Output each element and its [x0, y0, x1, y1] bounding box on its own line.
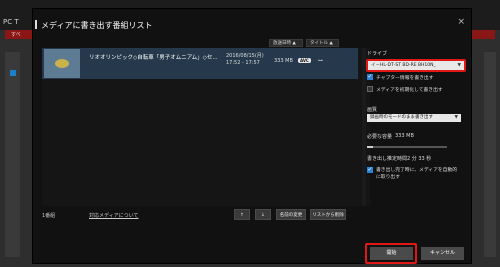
cancel-button[interactable]: キャンセル	[421, 247, 464, 260]
start-button[interactable]: 開始	[370, 247, 413, 260]
program-date: 2016/08/15(月) 17:52 ‐ 17:57	[226, 53, 264, 67]
program-date-line2: 17:52 ‐ 17:57	[226, 60, 260, 66]
move-up-button[interactable]: ↑	[234, 209, 250, 220]
list-scrollbar[interactable]	[362, 48, 366, 206]
program-date-line1: 2016/08/15(月)	[226, 53, 264, 59]
program-size: 333 MB	[274, 58, 293, 64]
eject-label-line2: に取り出す	[376, 175, 400, 180]
chapter-checkbox[interactable]	[367, 73, 373, 80]
sort-by-date-button[interactable]: 放送日時 ▲	[269, 39, 303, 47]
eject-checkbox[interactable]	[367, 166, 373, 173]
app-title: PC T	[3, 18, 19, 26]
chevron-down-icon: ▼	[454, 115, 458, 120]
app-nav-label: すべ	[11, 32, 21, 38]
chapter-label: チャプター情報を書き出す	[376, 76, 434, 81]
drive-value: イ－HL‐DT‐ST BD‐RE BH10N_	[371, 63, 436, 68]
move-down-button[interactable]: ↓	[255, 209, 271, 220]
app-right-panel	[484, 52, 496, 257]
capacity-bar	[367, 146, 447, 148]
thumbnail-emblem	[55, 59, 69, 68]
close-icon[interactable]: ×	[457, 17, 465, 27]
quality-select[interactable]: 録画時のモードのまま書き出す ▼	[367, 114, 461, 122]
drive-label: ドライブ	[367, 51, 388, 57]
quality-value: 録画時のモードのまま書き出す	[370, 115, 433, 120]
app-checkbox	[10, 70, 16, 76]
remove-from-list-button[interactable]: リストから削除	[310, 209, 346, 220]
format-icon: ⊶	[318, 58, 323, 64]
dialog-title: メディアに書き出す番組リスト	[34, 20, 153, 30]
program-name: リオオリンピック◇自転車「男子オムニアム」◇セ...	[89, 55, 218, 61]
init-media-checkbox[interactable]	[367, 86, 373, 92]
capacity-value: 333 MB	[395, 133, 414, 139]
sort-by-title-button[interactable]: タイトル ▲	[306, 39, 339, 47]
avc-badge: AVC	[298, 58, 311, 63]
time-value: 2 分 33 秒	[407, 156, 432, 162]
drive-select[interactable]: イ－HL‐DT‐ST BD‐RE BH10N_ ▼	[368, 61, 464, 70]
program-count: 1番組	[42, 213, 56, 219]
export-dialog: メディアに書き出す番組リスト × 放送日時 ▲ タイトル ▲ リオオリンピック◇…	[32, 8, 472, 264]
init-media-label: メディアを初期化して書き出す	[376, 88, 443, 93]
time-label: 書き出し推定時間	[367, 156, 408, 162]
chevron-down-icon: ▼	[457, 63, 461, 68]
app-left-panel	[5, 52, 20, 257]
capacity-label: 必要な容量	[367, 134, 393, 140]
quality-label: 画質	[367, 107, 378, 113]
capacity-bar-fill	[367, 146, 374, 148]
program-row[interactable]: リオオリンピック◇自転車「男子オムニアム」◇セ... 2016/08/15(月)…	[42, 48, 358, 79]
rename-button[interactable]: 名前の変更	[276, 209, 306, 220]
program-thumbnail	[44, 49, 80, 78]
supported-media-link[interactable]: 対応メディアについて	[89, 212, 139, 219]
eject-label-line1: 書き出し完了時に、メディアを自動的	[376, 168, 458, 173]
